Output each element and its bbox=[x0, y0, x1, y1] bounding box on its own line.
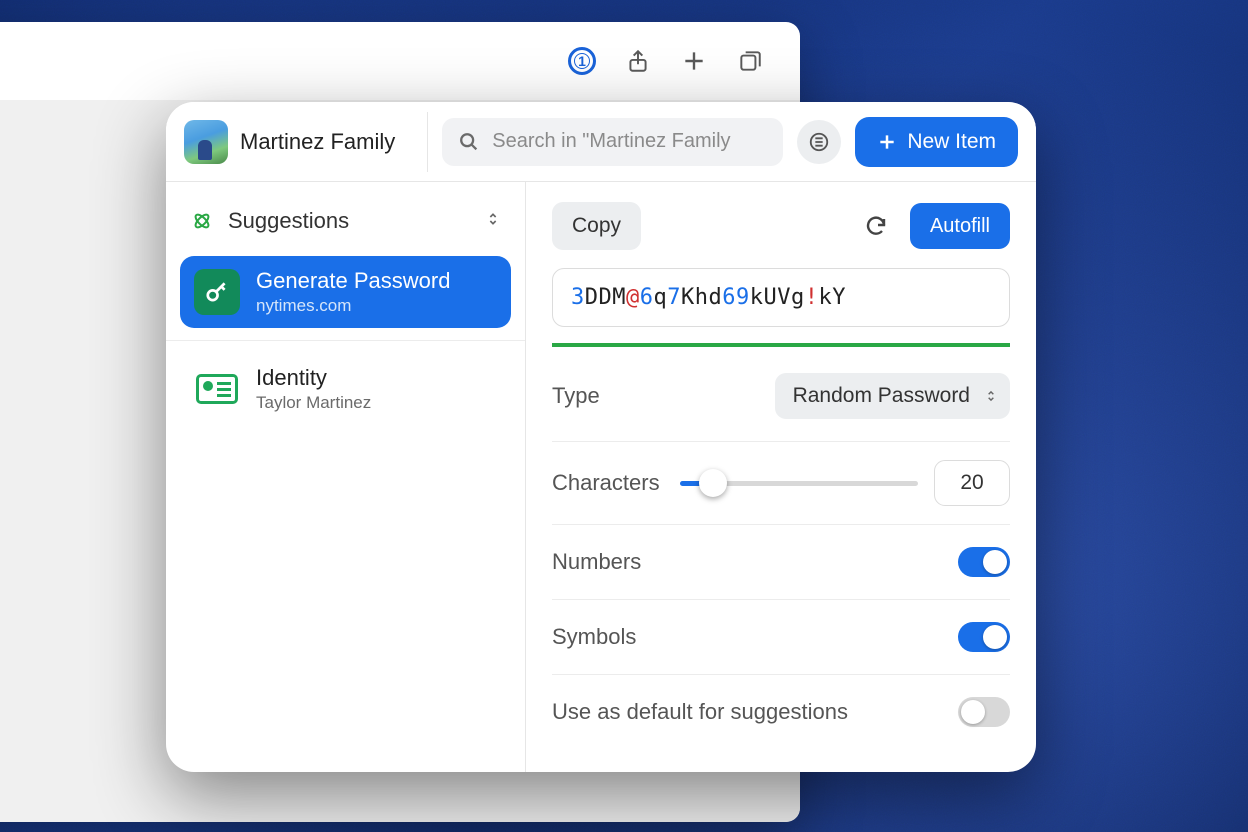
item-subtitle: nytimes.com bbox=[256, 296, 450, 316]
popup-body: Suggestions Generate Password bbox=[166, 182, 1036, 772]
share-icon[interactable] bbox=[624, 47, 652, 75]
account-avatar bbox=[184, 120, 228, 164]
sidebar: Suggestions Generate Password bbox=[166, 182, 526, 772]
chevron-updown-icon bbox=[984, 389, 998, 403]
setting-row-default: Use as default for suggestions bbox=[552, 675, 1010, 749]
setting-row-characters: Characters 20 bbox=[552, 442, 1010, 525]
view-options-button[interactable] bbox=[797, 120, 841, 164]
search-input[interactable] bbox=[492, 130, 767, 153]
sidebar-item-identity[interactable]: Identity Taylor Martinez bbox=[180, 353, 511, 425]
account-switcher[interactable]: Martinez Family bbox=[184, 102, 413, 181]
browser-toolbar: 1 bbox=[0, 22, 800, 100]
extension-glyph: 1 bbox=[578, 53, 586, 69]
type-value: Random Password bbox=[793, 384, 970, 408]
slider-thumb[interactable] bbox=[699, 469, 727, 497]
suggestions-icon bbox=[190, 209, 214, 233]
tabs-icon[interactable] bbox=[736, 47, 764, 75]
characters-slider[interactable] bbox=[680, 481, 918, 486]
divider bbox=[427, 112, 428, 172]
divider bbox=[166, 340, 525, 341]
account-name: Martinez Family bbox=[240, 129, 395, 155]
sidebar-item-generate-password[interactable]: Generate Password nytimes.com bbox=[180, 256, 511, 328]
plus-icon[interactable] bbox=[680, 47, 708, 75]
symbols-toggle[interactable] bbox=[958, 622, 1010, 652]
sidebar-section-label: Suggestions bbox=[228, 208, 349, 234]
setting-row-symbols: Symbols bbox=[552, 600, 1010, 675]
item-title: Generate Password bbox=[256, 268, 450, 294]
key-icon bbox=[194, 269, 240, 315]
new-item-button[interactable]: New Item bbox=[855, 117, 1018, 167]
setting-label: Type bbox=[552, 383, 600, 409]
setting-label: Characters bbox=[552, 470, 660, 496]
identity-icon bbox=[194, 366, 240, 412]
setting-row-numbers: Numbers bbox=[552, 525, 1010, 600]
search-icon bbox=[458, 131, 480, 153]
default-toggle[interactable] bbox=[958, 697, 1010, 727]
action-row: Copy Autofill bbox=[552, 202, 1010, 250]
search-field[interactable] bbox=[442, 118, 783, 166]
popup-header: Martinez Family New Item bbox=[166, 102, 1036, 182]
chevron-updown-icon bbox=[485, 211, 501, 232]
item-subtitle: Taylor Martinez bbox=[256, 393, 371, 413]
setting-label: Use as default for suggestions bbox=[552, 699, 848, 725]
characters-value[interactable]: 20 bbox=[934, 460, 1010, 506]
new-item-label: New Item bbox=[907, 130, 996, 154]
setting-row-type: Type Random Password bbox=[552, 351, 1010, 442]
extension-icon[interactable]: 1 bbox=[568, 47, 596, 75]
extension-popup: Martinez Family New Item bbox=[166, 102, 1036, 772]
copy-button[interactable]: Copy bbox=[552, 202, 641, 250]
sidebar-section-header[interactable]: Suggestions bbox=[180, 194, 511, 252]
regenerate-button[interactable] bbox=[856, 206, 896, 246]
setting-label: Numbers bbox=[552, 549, 641, 575]
generated-password[interactable]: 3DDM@6q7Khd69kUVg!kY bbox=[552, 268, 1010, 327]
item-title: Identity bbox=[256, 365, 371, 391]
autofill-button[interactable]: Autofill bbox=[910, 203, 1010, 249]
refresh-icon bbox=[864, 214, 888, 238]
setting-label: Symbols bbox=[552, 624, 636, 650]
detail-pane: Copy Autofill 3DDM@6q7Khd69kUVg!kY Type … bbox=[526, 182, 1036, 772]
type-select[interactable]: Random Password bbox=[775, 373, 1010, 419]
plus-icon bbox=[877, 132, 897, 152]
strength-bar bbox=[552, 343, 1010, 347]
numbers-toggle[interactable] bbox=[958, 547, 1010, 577]
list-icon bbox=[808, 131, 830, 153]
